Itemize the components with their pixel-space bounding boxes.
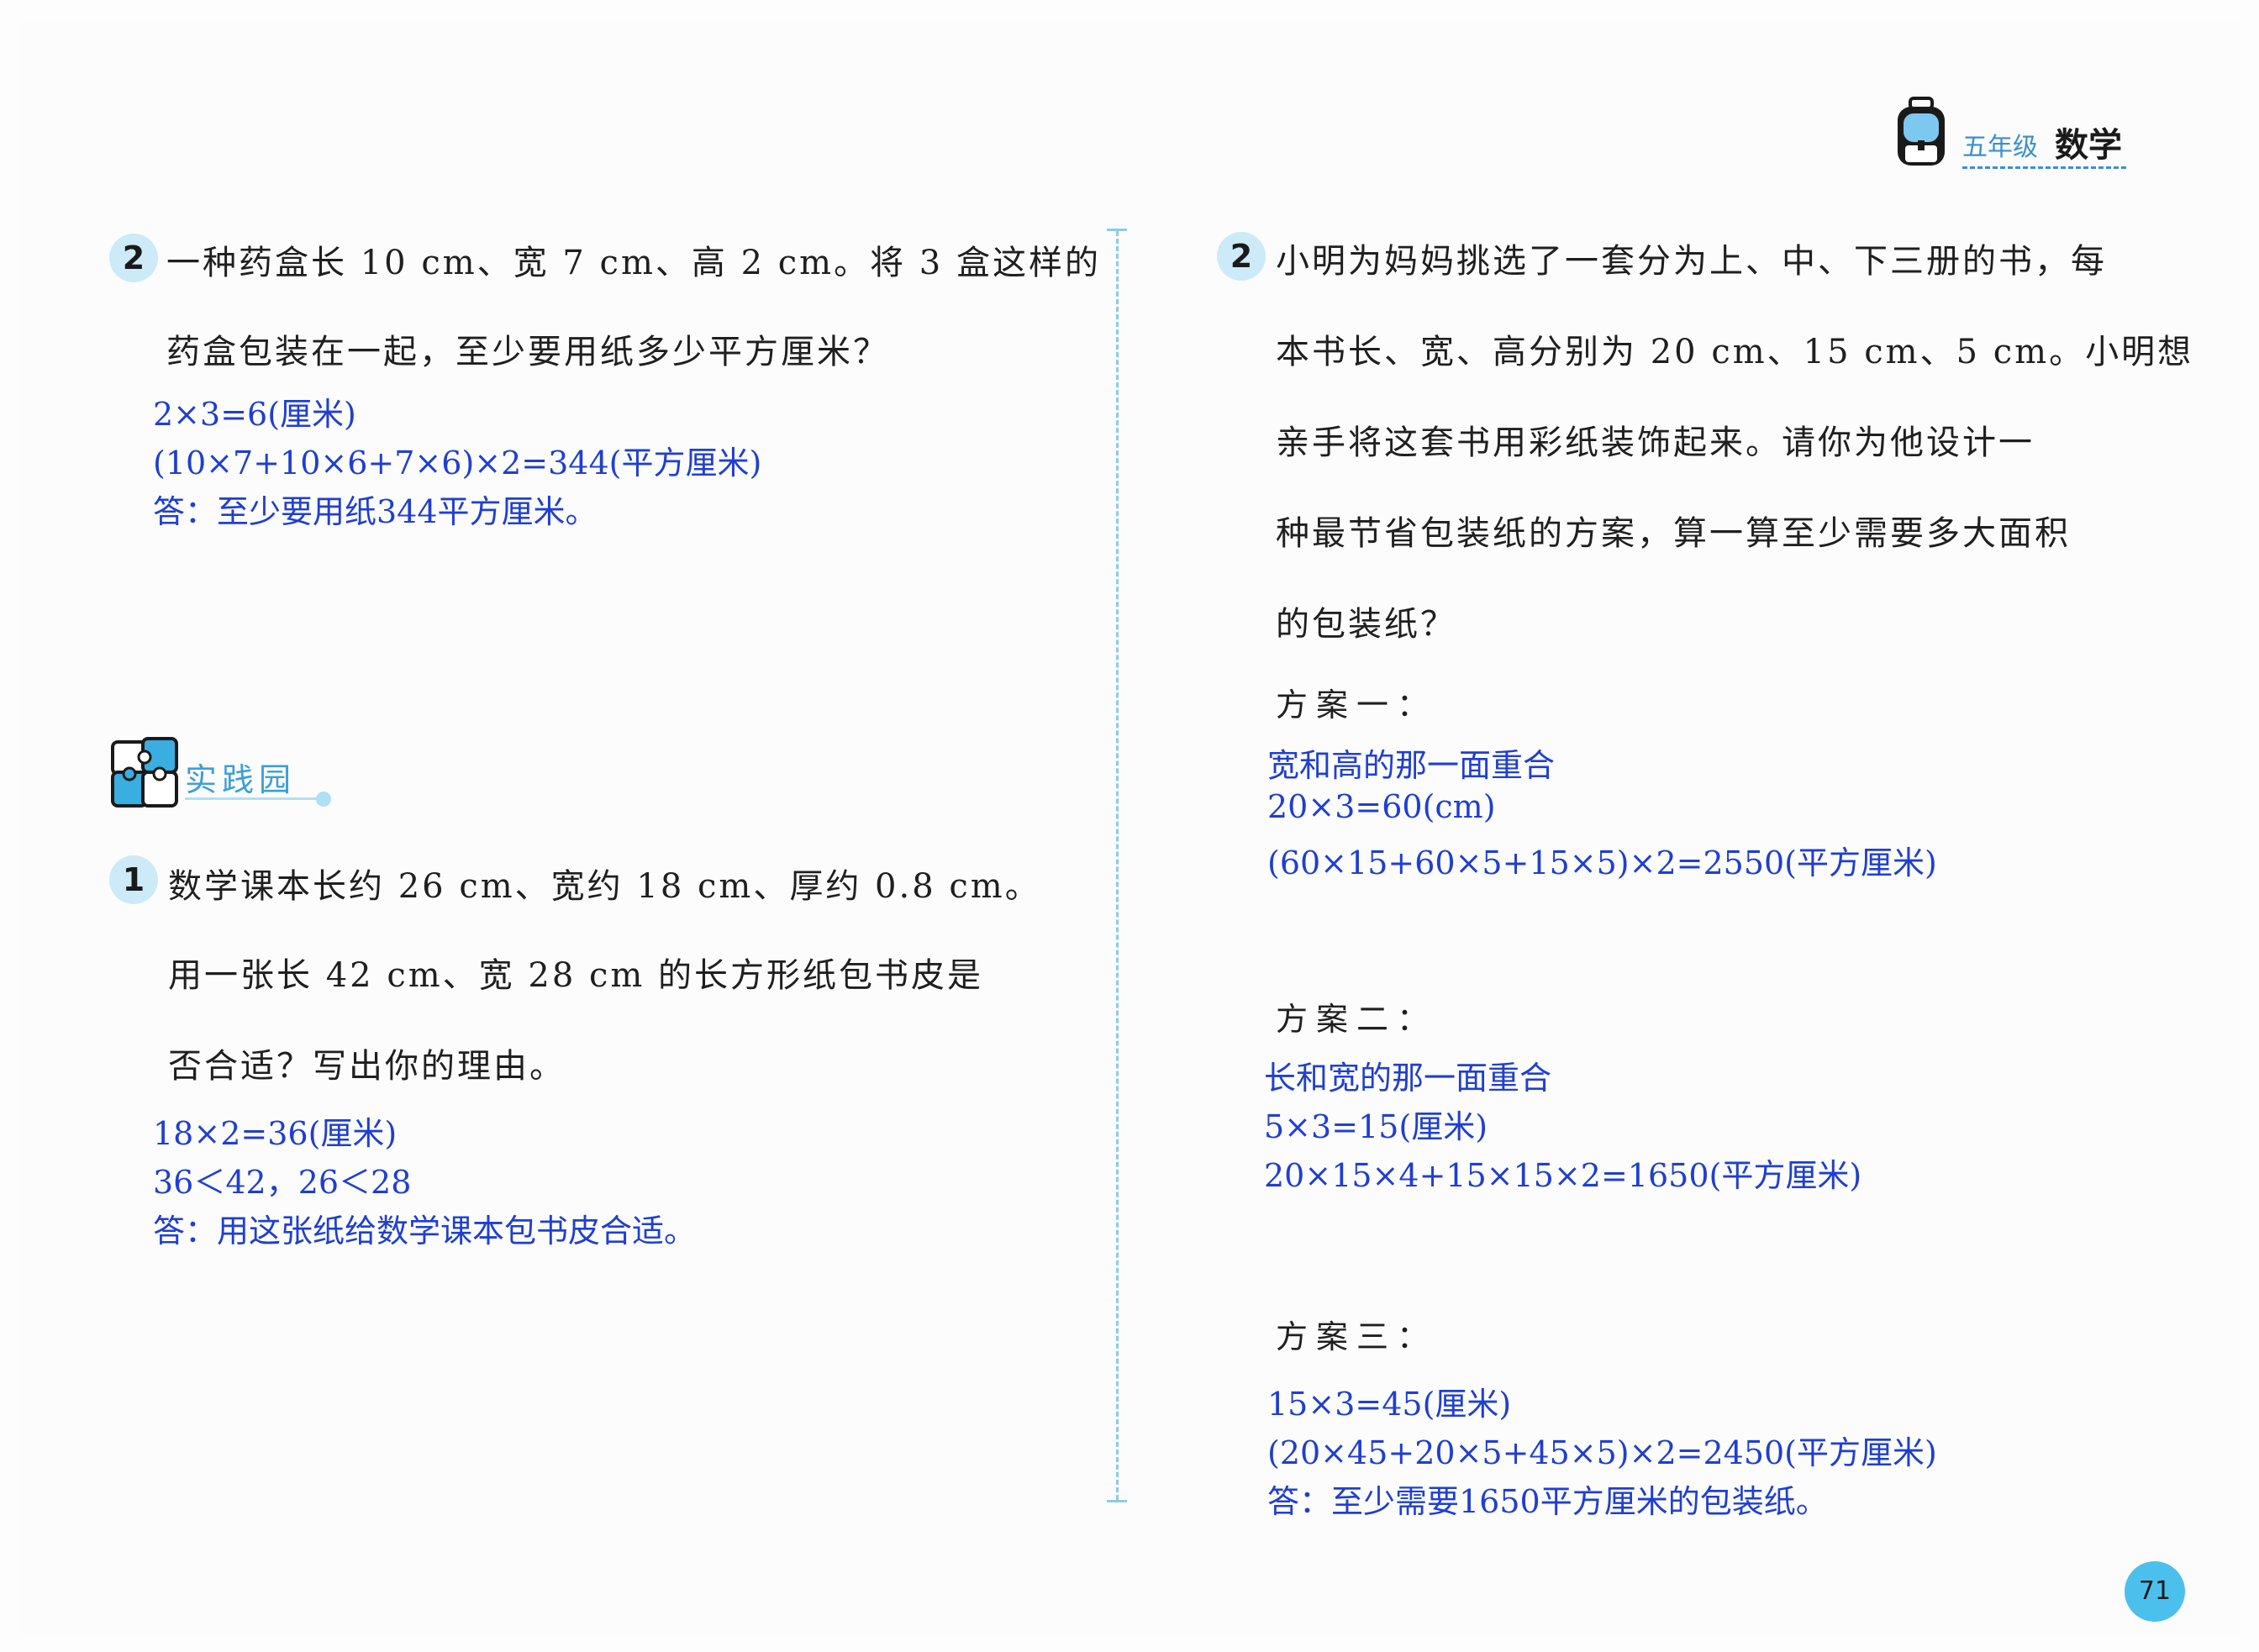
section-title: 实践园 (185, 761, 297, 798)
plan-label: 方案二： (1276, 1001, 1438, 1038)
page-number: 71 (2125, 1561, 2185, 1622)
answer-line: 2×3=6(厘米) (153, 396, 356, 433)
section-label: 实践园 (109, 735, 336, 811)
section-rule (185, 797, 319, 800)
answer-line: 答：至少要用纸344平方厘米。 (153, 493, 598, 530)
page-header: 五年级 数学 (1895, 92, 2135, 172)
question-text-line: 药盒包装在一起，至少要用纸多少平方厘米？ (166, 333, 889, 371)
answer-line: 长和宽的那一面重合 (1264, 1060, 1552, 1097)
question-number-badge: 2 (1217, 232, 1266, 281)
question-text-line: 亲手将这套书用彩纸装饰起来。请你为他设计一 (1276, 424, 2035, 462)
question-number-badge: 1 (109, 855, 158, 904)
question-text-line: 小明为妈妈挑选了一套分为上、中、下三册的书，每 (1276, 242, 2107, 281)
answer-line: 答：至少需要1650平方厘米的包装纸。 (1267, 1483, 1828, 1520)
answer-line: (10×7+10×6+7×6)×2=344(平方厘米) (153, 445, 762, 481)
question-number-badge: 2 (109, 234, 158, 282)
header-rule (1962, 166, 2126, 169)
question-text-line: 否合适？写出你的理由。 (168, 1047, 566, 1086)
section-dot (316, 792, 331, 807)
answer-line: (60×15+60×5+15×5)×2=2550(平方厘米) (1267, 844, 1937, 881)
puzzle-icon (111, 737, 178, 808)
answer-line: 36＜42，26＜28 (153, 1164, 412, 1201)
subject-label: 数学 (2055, 126, 2122, 165)
grade-label: 五年级 (1962, 133, 2038, 162)
answer-line: 20×15×4+15×15×2=1650(平方厘米) (1264, 1157, 1862, 1194)
question-text-line: 用一张长 42 cm、宽 28 cm 的长方形纸包书皮是 (168, 956, 984, 995)
question-text-line: 本书长、宽、高分别为 20 cm、15 cm、5 cm。小明想 (1276, 333, 2194, 371)
page-divider (1116, 231, 1119, 1500)
answer-line: 5×3=15(厘米) (1264, 1108, 1488, 1145)
answer-line: (20×45+20×5+45×5)×2=2450(平方厘米) (1267, 1434, 1937, 1471)
answer-line: 15×3=45(厘米) (1267, 1386, 1512, 1423)
divider-cap-bottom (1107, 1500, 1127, 1502)
answer-line: 答：用这张纸给数学课本包书皮合适。 (153, 1213, 697, 1250)
plan-label: 方案三： (1276, 1318, 1438, 1355)
answer-line: 20×3=60(cm) (1267, 788, 1496, 825)
schoolbag-icon (1898, 97, 1945, 166)
answer-line: 宽和高的那一面重合 (1267, 747, 1556, 784)
question-text-line: 一种药盒长 10 cm、宽 7 cm、高 2 cm。将 3 盒这样的 (166, 244, 1101, 282)
answer-line: 18×2=36(厘米) (153, 1115, 398, 1152)
question-text-line: 种最节省包装纸的方案，算一算至少需要多大面积 (1276, 514, 2071, 553)
question-text-line: 的包装纸？ (1276, 605, 1456, 644)
plan-label: 方案一： (1276, 687, 1438, 723)
question-text-line: 数学课本长约 26 cm、宽约 18 cm、厚约 0.8 cm。 (168, 867, 1041, 906)
